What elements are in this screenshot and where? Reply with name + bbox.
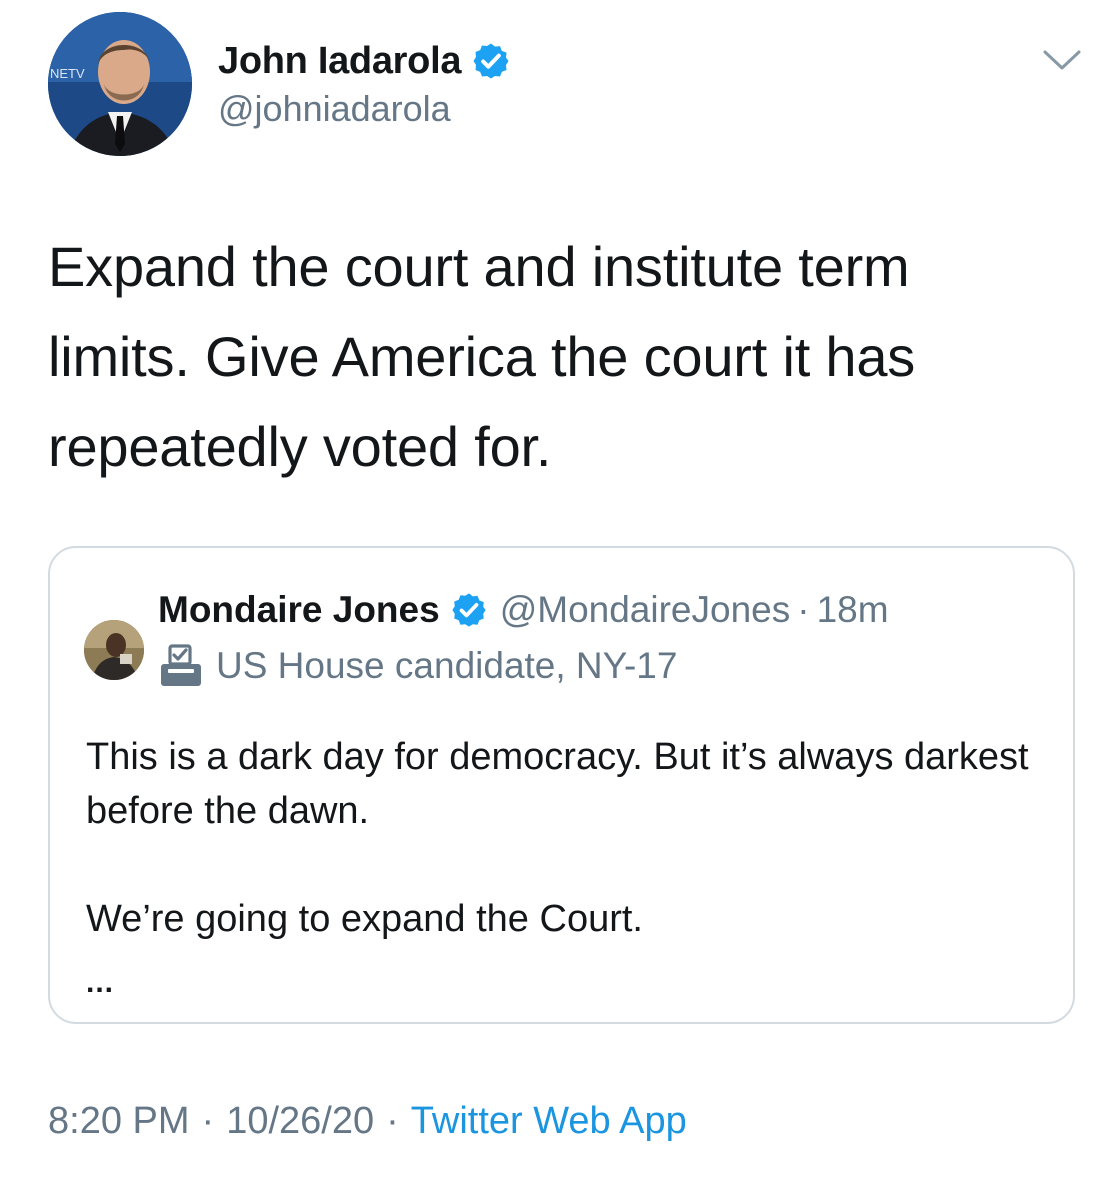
author-name-row: John Iadarola	[218, 37, 511, 85]
avatar-backdrop-text: NETV	[50, 66, 85, 81]
quoted-tweet-text: This is a dark day for democracy. But it…	[86, 730, 1046, 946]
author-handle[interactable]: @johniadarola	[218, 88, 451, 130]
quoted-text-line: We’re going to expand the Court.	[86, 898, 643, 940]
quoted-separator: ·	[797, 589, 810, 630]
author-display-name[interactable]: John Iadarola	[218, 40, 461, 83]
meta-separator: ·	[201, 1099, 215, 1142]
author-avatar[interactable]: NETV	[48, 12, 192, 156]
tweet-date[interactable]: 10/26/20	[226, 1100, 374, 1143]
quoted-author-avatar[interactable]	[84, 620, 144, 680]
quoted-timestamp[interactable]: 18m	[817, 589, 889, 631]
tweet-text: Expand the court and institute term limi…	[48, 235, 916, 478]
tweet-meta: 8:20 PM · 10/26/20 · Twitter Web App	[48, 1096, 687, 1146]
verified-badge-icon	[471, 41, 511, 81]
tweet-source-link[interactable]: Twitter Web App	[411, 1100, 687, 1143]
quoted-author-name[interactable]: Mondaire Jones	[158, 589, 440, 631]
truncation-ellipsis: ...	[86, 966, 115, 999]
quoted-verified-badge-icon	[450, 591, 488, 629]
chevron-down-icon[interactable]	[1040, 45, 1084, 75]
meta-separator: ·	[386, 1099, 399, 1142]
quoted-tweet-card[interactable]: Mondaire Jones @MondaireJones · 18m US H…	[48, 546, 1075, 1024]
quoted-tweet-header: Mondaire Jones @MondaireJones · 18m	[158, 586, 889, 634]
quoted-text-line: This is a dark day for democracy. But it…	[86, 736, 1029, 832]
quoted-account-label: US House candidate, NY-17	[158, 642, 677, 690]
quoted-author-handle[interactable]: @MondaireJones	[500, 589, 791, 631]
quoted-label-text: US House candidate, NY-17	[216, 645, 678, 686]
author-avatar-image: NETV	[48, 12, 192, 156]
quoted-avatar-image	[84, 620, 144, 680]
ballot-box-icon	[158, 643, 204, 689]
tweet-time[interactable]: 8:20 PM	[48, 1100, 190, 1143]
